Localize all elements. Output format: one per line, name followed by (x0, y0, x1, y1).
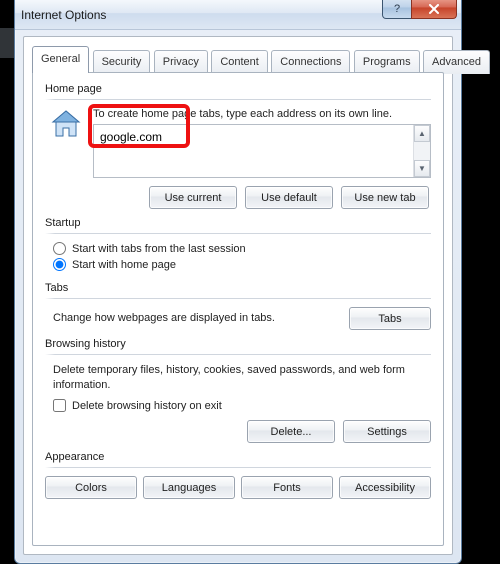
tab-connections[interactable]: Connections (271, 50, 350, 74)
tab-security[interactable]: Security (93, 50, 151, 74)
accessibility-button[interactable]: Accessibility (339, 476, 431, 499)
tab-advanced[interactable]: Advanced (423, 50, 490, 74)
help-icon: ? (394, 3, 400, 15)
delete-on-exit-label: Delete browsing history on exit (72, 400, 222, 412)
homepage-hint: To create home page tabs, type each addr… (93, 108, 431, 120)
close-button[interactable] (411, 0, 457, 19)
tab-content[interactable]: Content (211, 50, 268, 74)
homepage-input[interactable]: google.com (94, 125, 413, 177)
tab-privacy[interactable]: Privacy (154, 50, 208, 74)
group-appearance: Appearance Colors Languages Fonts Access… (45, 451, 431, 499)
home-icon (49, 108, 83, 142)
delete-on-exit-checkbox[interactable] (53, 399, 66, 412)
group-browsing-history: Browsing history Delete temporary files,… (45, 338, 431, 443)
tab-programs[interactable]: Programs (354, 50, 420, 74)
window-title: Internet Options (21, 8, 106, 22)
tabstrip: General Security Privacy Content Connect… (32, 45, 444, 73)
tabs-text: Change how webpages are displayed in tab… (53, 311, 275, 326)
legend-browsing-history: Browsing history (45, 338, 126, 350)
group-startup: Startup Start with tabs from the last se… (45, 217, 431, 274)
help-button[interactable]: ? (382, 0, 412, 19)
tabs-button[interactable]: Tabs (349, 307, 431, 330)
radio-last-session-label: Start with tabs from the last session (72, 243, 246, 255)
radio-home-page[interactable]: Start with home page (53, 258, 431, 271)
use-current-button[interactable]: Use current (149, 186, 237, 209)
legend-homepage: Home page (45, 83, 102, 95)
tabpanel-general: Home page To create home page tabs, type… (32, 72, 444, 546)
internet-options-window: Internet Options ? General Security Priv… (14, 0, 462, 564)
client-area: General Security Privacy Content Connect… (23, 36, 453, 555)
radio-last-session[interactable]: Start with tabs from the last session (53, 242, 431, 255)
group-tabs: Tabs Change how webpages are displayed i… (45, 282, 431, 330)
legend-tabs: Tabs (45, 282, 68, 294)
radio-last-session-input[interactable] (53, 242, 66, 255)
scrollbar[interactable]: ▲ ▼ (413, 125, 430, 177)
fonts-button[interactable]: Fonts (241, 476, 333, 499)
scroll-down-icon[interactable]: ▼ (414, 160, 430, 177)
delete-on-exit[interactable]: Delete browsing history on exit (53, 399, 431, 412)
legend-appearance: Appearance (45, 451, 104, 463)
close-icon (428, 4, 440, 14)
homepage-input-wrap: google.com ▲ ▼ (93, 124, 431, 178)
group-homepage: Home page To create home page tabs, type… (45, 83, 431, 209)
use-new-tab-button[interactable]: Use new tab (341, 186, 429, 209)
titlebar[interactable]: Internet Options ? (15, 0, 461, 30)
radio-home-page-label: Start with home page (72, 259, 176, 271)
browsing-history-text: Delete temporary files, history, cookies… (53, 363, 413, 393)
delete-button[interactable]: Delete... (247, 420, 335, 443)
use-default-button[interactable]: Use default (245, 186, 333, 209)
tab-general[interactable]: General (32, 46, 89, 73)
scroll-up-icon[interactable]: ▲ (414, 125, 430, 142)
radio-home-page-input[interactable] (53, 258, 66, 271)
colors-button[interactable]: Colors (45, 476, 137, 499)
languages-button[interactable]: Languages (143, 476, 235, 499)
settings-button[interactable]: Settings (343, 420, 431, 443)
legend-startup: Startup (45, 217, 80, 229)
